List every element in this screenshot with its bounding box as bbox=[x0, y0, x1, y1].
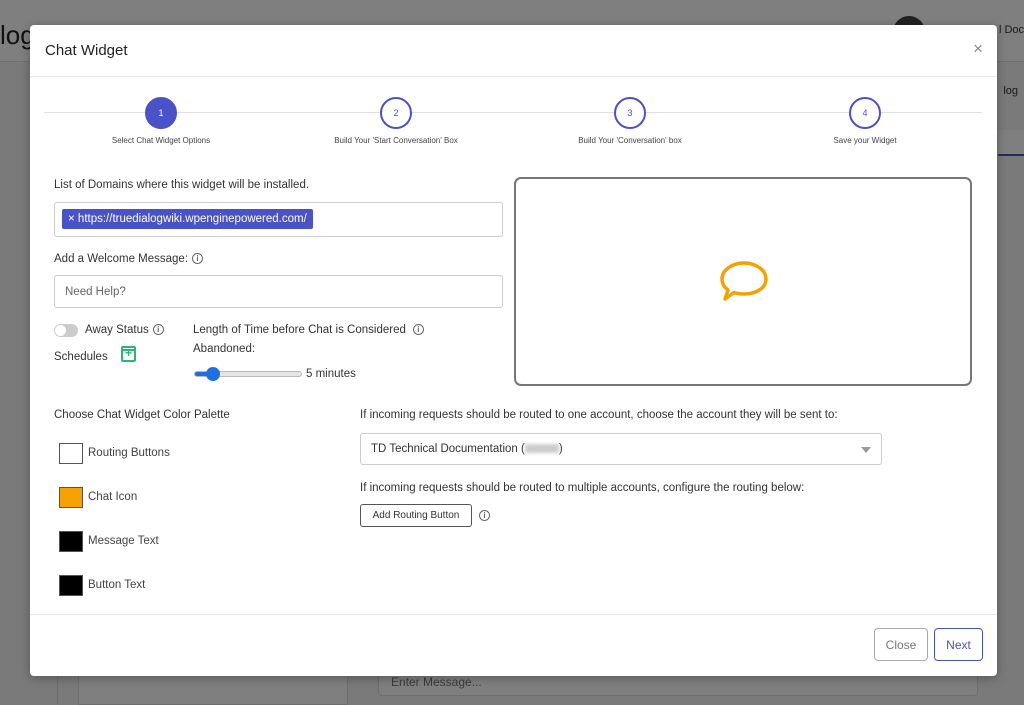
widget-preview bbox=[514, 177, 972, 386]
chat-icon-label: Chat Icon bbox=[88, 491, 138, 503]
abandon-time-label-2: Abandoned: bbox=[193, 343, 256, 355]
slider-handle[interactable] bbox=[206, 367, 221, 381]
step-number: 4 bbox=[849, 97, 881, 129]
schedules-label: Schedules bbox=[54, 351, 108, 363]
step-number: 1 bbox=[145, 97, 177, 129]
step-label: Select Chat Widget Options bbox=[111, 136, 211, 145]
step-number: 2 bbox=[380, 97, 412, 129]
step-2[interactable]: 2 Build Your 'Start Conversation' Box bbox=[286, 97, 506, 145]
button-text-swatch[interactable] bbox=[59, 575, 83, 596]
add-routing-button[interactable]: Add Routing Button bbox=[360, 504, 472, 527]
message-text-label: Message Text bbox=[88, 535, 159, 547]
routing-buttons-label: Routing Buttons bbox=[88, 447, 170, 459]
away-status-toggle[interactable] bbox=[54, 324, 78, 337]
redacted-id bbox=[524, 444, 559, 454]
domains-input[interactable]: × https://truedialogwiki.wpenginepowered… bbox=[54, 202, 503, 237]
step-1[interactable]: 1 Select Chat Widget Options bbox=[51, 97, 271, 145]
step-4[interactable]: 4 Save your Widget bbox=[755, 97, 975, 145]
step-label: Build Your 'Start Conversation' Box bbox=[334, 136, 458, 145]
next-button[interactable]: Next bbox=[934, 628, 983, 661]
away-status-label-text: Away Status bbox=[85, 324, 149, 336]
message-text-swatch[interactable] bbox=[59, 531, 83, 552]
close-button[interactable]: Close bbox=[874, 628, 928, 661]
single-account-label: If incoming requests should be routed to… bbox=[360, 409, 838, 421]
abandon-time-label: Length of Time before Chat is Considered… bbox=[193, 324, 424, 336]
account-select[interactable]: TD Technical Documentation () bbox=[360, 433, 882, 465]
account-select-suffix: ) bbox=[558, 443, 563, 455]
away-status-label: Away Status i bbox=[85, 324, 164, 336]
chevron-down-icon[interactable] bbox=[861, 447, 871, 453]
info-icon[interactable]: i bbox=[479, 510, 490, 521]
abandon-time-value: 5 minutes bbox=[306, 368, 356, 380]
abandon-time-label-text: Length of Time before Chat is Considered bbox=[193, 324, 406, 336]
abandon-time-slider[interactable] bbox=[194, 367, 302, 381]
remove-tag-icon[interactable]: × bbox=[68, 213, 75, 225]
step-3[interactable]: 3 Build Your 'Conversation' box bbox=[520, 97, 740, 145]
close-icon[interactable]: × bbox=[973, 39, 983, 59]
welcome-message-label: Add a Welcome Message: i bbox=[54, 253, 204, 265]
info-icon[interactable]: i bbox=[192, 253, 204, 265]
welcome-message-label-text: Add a Welcome Message: bbox=[54, 253, 189, 265]
domain-tag[interactable]: × https://truedialogwiki.wpenginepowered… bbox=[62, 209, 313, 229]
chat-icon-swatch[interactable] bbox=[59, 487, 83, 508]
modal-title: Chat Widget bbox=[45, 42, 128, 59]
modal-header: Chat Widget × bbox=[30, 25, 997, 77]
palette-title: Choose Chat Widget Color Palette bbox=[54, 409, 230, 421]
routing-buttons-swatch[interactable] bbox=[59, 443, 83, 464]
modal-footer-divider bbox=[30, 614, 997, 615]
calendar-add-icon[interactable] bbox=[121, 346, 136, 362]
info-icon[interactable]: i bbox=[412, 324, 424, 336]
step-label: Save your Widget bbox=[833, 136, 897, 145]
domain-tag-text: https://truedialogwiki.wpenginepowered.c… bbox=[77, 213, 307, 225]
welcome-message-input[interactable] bbox=[54, 275, 503, 308]
step-label: Build Your 'Conversation' box bbox=[578, 136, 682, 145]
info-icon[interactable]: i bbox=[152, 324, 164, 336]
step-number: 3 bbox=[614, 97, 646, 129]
multi-account-label: If incoming requests should be routed to… bbox=[360, 482, 805, 494]
domains-label: List of Domains where this widget will b… bbox=[54, 179, 310, 191]
chat-widget-modal: Chat Widget × 1 Select Chat Widget Optio… bbox=[30, 25, 997, 676]
button-text-label: Button Text bbox=[88, 579, 146, 591]
account-select-value: TD Technical Documentation ( bbox=[371, 443, 525, 455]
chat-bubble-icon bbox=[720, 261, 768, 301]
